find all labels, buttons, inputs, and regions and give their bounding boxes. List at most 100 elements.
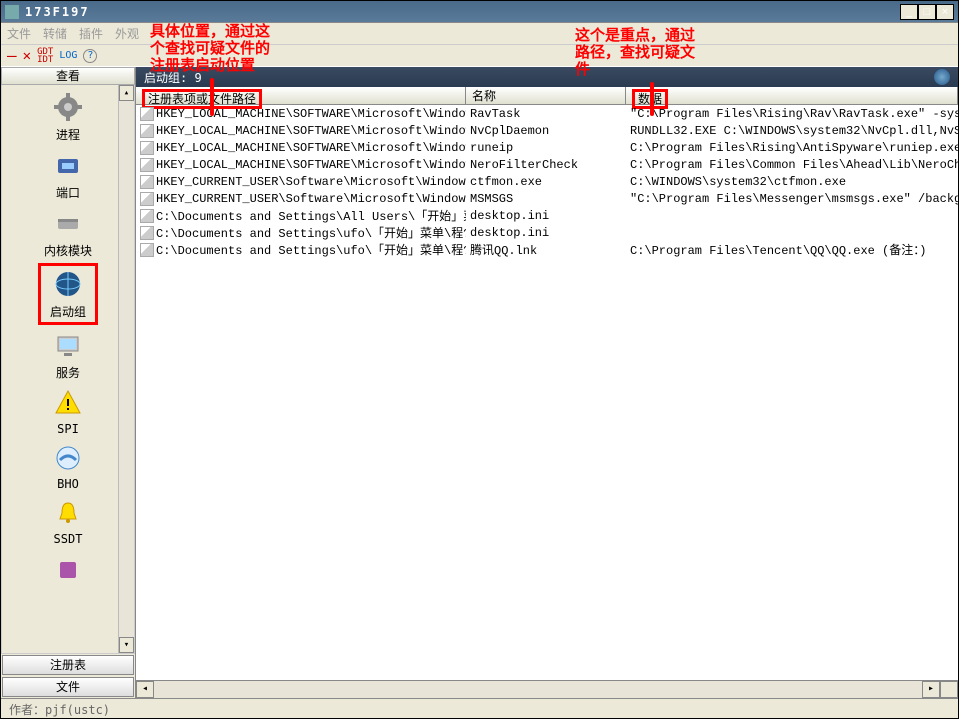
sidebar-header: 查看 [1, 67, 135, 85]
cell-path: HKEY_LOCAL_MACHINE\SOFTWARE\Microsoft\Wi… [156, 107, 466, 121]
scroll-up-button[interactable]: ▴ [119, 85, 134, 101]
cell-data: C:\Program Files\Tencent\QQ\QQ.exe (备注：) [626, 241, 958, 258]
minimize-button[interactable]: _ [900, 4, 918, 20]
sidebar-item-label: 服务 [40, 364, 96, 381]
cell-name: desktop.ini [466, 209, 626, 223]
col-header-data[interactable]: 数据 [626, 87, 958, 104]
menu-file[interactable]: 文件 [7, 25, 31, 42]
cell-name: NvCplDaemon [466, 124, 626, 138]
sidebar-scrollbar[interactable]: ▴ ▾ [118, 85, 134, 653]
horizontal-scrollbar[interactable]: ◂ ▸ [136, 680, 958, 698]
scroll-corner [940, 681, 958, 698]
tool-help-icon[interactable]: ? [83, 49, 97, 63]
sidebar-item-label: 内核模块 [40, 242, 96, 259]
tool-x-icon[interactable]: ✕ [23, 48, 31, 64]
menu-dump[interactable]: 转储 [43, 25, 67, 42]
main-header-count: 9 [194, 71, 201, 85]
table-row[interactable]: HKEY_CURRENT_USER\Software\Microsoft\Win… [136, 173, 958, 190]
table-row[interactable]: HKEY_LOCAL_MACHINE\SOFTWARE\Microsoft\Wi… [136, 139, 958, 156]
col-header-name[interactable]: 名称 [466, 87, 626, 104]
cell-name: desktop.ini [466, 226, 626, 240]
file-icon [140, 107, 154, 121]
toolbar: — ✕ GDTIDT LOG ? [1, 45, 958, 67]
callout-line-left [210, 78, 214, 116]
file-icon [140, 158, 154, 172]
app-icon [5, 5, 19, 19]
drive-icon [52, 207, 84, 239]
tool-gdt-idt[interactable]: GDTIDT [37, 48, 53, 64]
sidebar-list: 进程 端口 内核模块 启动组 服务 [1, 85, 135, 654]
sidebar-item-ssdt[interactable]: SSDT [38, 495, 98, 548]
sidebar-item-startup[interactable]: 启动组 [38, 263, 98, 325]
sidebar-item-service[interactable]: 服务 [38, 327, 98, 383]
cell-path: C:\Documents and Settings\All Users\「开始」… [156, 207, 466, 224]
maximize-button[interactable]: □ [918, 4, 936, 20]
menu-view[interactable]: 外观 [115, 25, 139, 42]
window-title: 173F197 [25, 5, 900, 19]
file-icon [140, 209, 154, 223]
table-row[interactable]: HKEY_LOCAL_MACHINE\SOFTWARE\Microsoft\Wi… [136, 105, 958, 122]
table-row[interactable]: C:\Documents and Settings\ufo\「开始」菜单\程?.… [136, 241, 958, 258]
sidebar-item-more[interactable] [38, 550, 98, 589]
file-icon [140, 175, 154, 189]
cell-data: RUNDLL32.EXE C:\WINDOWS\system32\NvCpl.d… [626, 124, 958, 138]
sidebar-item-process[interactable]: 进程 [38, 89, 98, 145]
file-icon [140, 226, 154, 240]
cell-path: HKEY_LOCAL_MACHINE\SOFTWARE\Microsoft\Wi… [156, 158, 466, 172]
titlebar: 173F197 _ □ × [1, 1, 958, 23]
sidebar-item-port[interactable]: 端口 [38, 147, 98, 203]
globe-icon [52, 268, 84, 300]
table-row[interactable]: HKEY_LOCAL_MACHINE\SOFTWARE\Microsoft\Wi… [136, 156, 958, 173]
sidebar: 查看 进程 端口 内核模块 启动组 [1, 67, 136, 698]
sidebar-btn-file[interactable]: 文件 [2, 677, 134, 697]
cell-path: HKEY_CURRENT_USER\Software\Microsoft\Win… [156, 175, 466, 189]
file-icon [140, 243, 154, 257]
close-button[interactable]: × [936, 4, 954, 20]
scroll-down-button[interactable]: ▾ [119, 637, 134, 653]
gear-icon [52, 91, 84, 123]
warning-icon [52, 387, 84, 419]
scroll-track[interactable] [154, 681, 922, 698]
sidebar-item-label: SSDT [40, 532, 96, 546]
callout-line-right [650, 82, 654, 116]
main-header-label: 启动组: [144, 71, 187, 85]
table-row[interactable]: C:\Documents and Settings\ufo\「开始」菜单\程?.… [136, 224, 958, 241]
menubar: 文件 转储 插件 外观 [1, 23, 958, 45]
block-icon [52, 552, 84, 584]
ie-icon [52, 442, 84, 474]
sidebar-item-spi[interactable]: SPI [38, 385, 98, 438]
table-row[interactable]: HKEY_LOCAL_MACHINE\SOFTWARE\Microsoft\Wi… [136, 122, 958, 139]
cell-name: NeroFilterCheck [466, 158, 626, 172]
scroll-right-button[interactable]: ▸ [922, 681, 940, 698]
port-icon [52, 149, 84, 181]
tool-dash-icon[interactable]: — [7, 46, 17, 65]
bell-icon [52, 497, 84, 529]
file-icon [140, 141, 154, 155]
scroll-left-button[interactable]: ◂ [136, 681, 154, 698]
main-panel: 启动组: 9 注册表项或文件路径 名称 数据 HKEY_LOCAL_MACHIN… [136, 67, 958, 698]
cell-data: C:\Program Files\Common Files\Ahead\Lib\… [626, 158, 958, 172]
monitor-icon [52, 329, 84, 361]
cell-data: "C:\Program Files\Messenger\msmsgs.exe" … [626, 192, 958, 206]
table-row[interactable]: HKEY_CURRENT_USER\Software\Microsoft\Win… [136, 190, 958, 207]
sidebar-item-label: BHO [40, 477, 96, 491]
cell-path: C:\Documents and Settings\ufo\「开始」菜单\程?.… [156, 224, 466, 241]
cell-data: "C:\Program Files\Rising\Rav\RavTask.exe… [626, 107, 958, 121]
sidebar-item-label: 端口 [40, 184, 96, 201]
main-header: 启动组: 9 [136, 67, 958, 87]
menu-plugin[interactable]: 插件 [79, 25, 103, 42]
tool-log[interactable]: LOG [59, 50, 77, 61]
sidebar-item-bho[interactable]: BHO [38, 440, 98, 493]
cell-name: runeip [466, 141, 626, 155]
sidebar-item-kernel[interactable]: 内核模块 [38, 205, 98, 261]
globe-icon[interactable] [934, 69, 950, 85]
sidebar-item-label: 启动组 [43, 303, 93, 320]
cell-name: RavTask [466, 107, 626, 121]
table-row[interactable]: C:\Documents and Settings\All Users\「开始」… [136, 207, 958, 224]
sidebar-btn-registry[interactable]: 注册表 [2, 655, 134, 675]
sidebar-item-label: SPI [40, 422, 96, 436]
cell-path: HKEY_LOCAL_MACHINE\SOFTWARE\Microsoft\Wi… [156, 141, 466, 155]
grid-body[interactable]: HKEY_LOCAL_MACHINE\SOFTWARE\Microsoft\Wi… [136, 105, 958, 680]
col-header-path[interactable]: 注册表项或文件路径 [136, 87, 466, 104]
cell-data: C:\WINDOWS\system32\ctfmon.exe [626, 175, 958, 189]
